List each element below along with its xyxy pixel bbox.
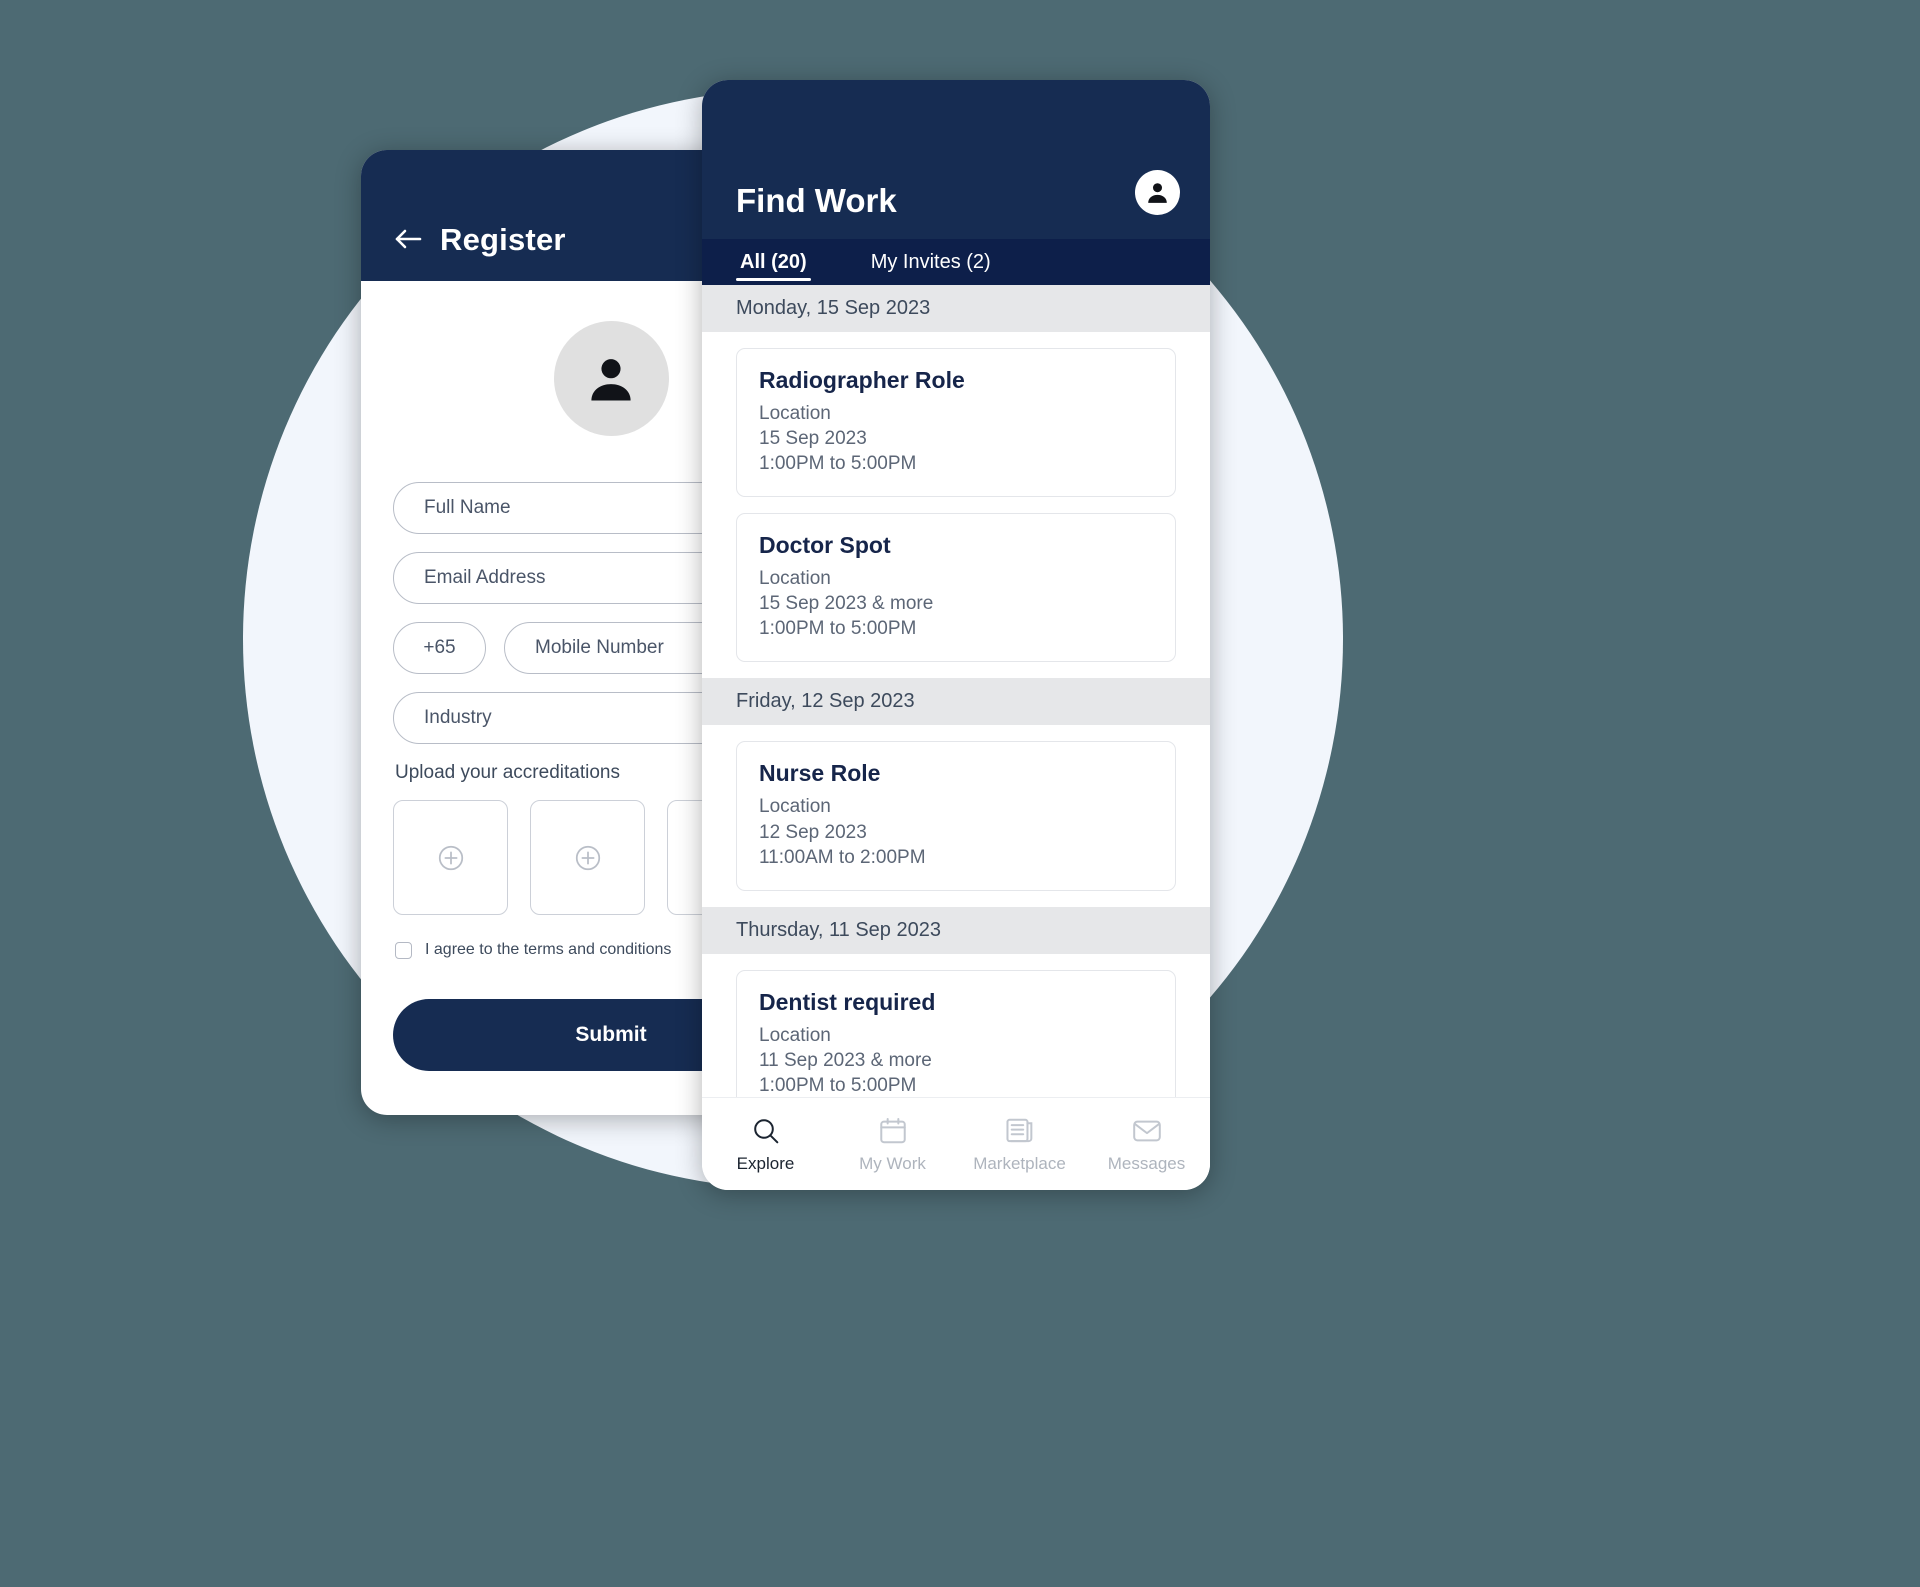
terms-label: I agree to the terms and conditions	[425, 941, 672, 958]
job-list[interactable]: Monday, 15 Sep 2023 Radiographer Role Lo…	[702, 285, 1210, 1097]
job-location: Location	[759, 796, 831, 818]
job-card[interactable]: Doctor Spot Location 15 Sep 2023 & more …	[736, 513, 1176, 663]
job-time: 1:00PM to 5:00PM	[759, 1074, 917, 1096]
job-group: Radiographer Role Location 15 Sep 2023 1…	[702, 332, 1210, 678]
job-time: 1:00PM to 5:00PM	[759, 453, 917, 475]
nav-item-my-work-label: My Work	[859, 1153, 926, 1173]
findwork-phone-screen: Find Work All (20) My Invites (2) Monday…	[702, 80, 1210, 1190]
nav-item-marketplace-label: Marketplace	[973, 1153, 1066, 1173]
newspaper-icon	[1004, 1115, 1036, 1147]
plus-circle-icon	[438, 845, 463, 870]
search-icon	[750, 1115, 782, 1147]
job-group: Dentist required Location 11 Sep 2023 & …	[702, 954, 1210, 1097]
job-time: 1:00PM to 5:00PM	[759, 618, 917, 640]
job-card[interactable]: Radiographer Role Location 15 Sep 2023 1…	[736, 348, 1176, 498]
job-date: 15 Sep 2023 & more	[759, 593, 934, 615]
avatar[interactable]	[553, 321, 669, 436]
findwork-header: Find Work	[702, 80, 1210, 239]
nav-item-my-work[interactable]: My Work	[829, 1115, 956, 1174]
tab-all[interactable]: All (20)	[736, 239, 811, 285]
date-header: Friday, 12 Sep 2023	[702, 678, 1210, 726]
full-name-placeholder: Full Name	[424, 497, 511, 518]
nav-item-messages[interactable]: Messages	[1083, 1115, 1210, 1174]
country-code-select[interactable]: +65	[393, 622, 486, 674]
nav-item-marketplace[interactable]: Marketplace	[956, 1115, 1083, 1174]
calendar-icon	[877, 1115, 909, 1147]
findwork-tabs: All (20) My Invites (2)	[702, 239, 1210, 285]
mobile-placeholder: Mobile Number	[535, 637, 664, 658]
tab-all-label: All (20)	[740, 250, 807, 273]
person-circle-icon[interactable]	[1135, 170, 1180, 215]
job-card[interactable]: Nurse Role Location 12 Sep 2023 11:00AM …	[736, 741, 1176, 891]
job-location: Location	[759, 568, 831, 590]
job-title: Radiographer Role	[759, 367, 965, 393]
plus-circle-icon	[575, 845, 600, 870]
country-code-value: +65	[423, 637, 456, 658]
industry-placeholder: Industry	[424, 707, 492, 728]
tab-my-invites[interactable]: My Invites (2)	[867, 239, 995, 285]
upload-slot[interactable]	[393, 800, 508, 915]
job-title: Nurse Role	[759, 760, 881, 787]
job-card[interactable]: Dentist required Location 11 Sep 2023 & …	[736, 969, 1176, 1097]
job-location: Location	[759, 403, 831, 424]
job-date: 11 Sep 2023 & more	[759, 1049, 932, 1071]
person-icon	[591, 358, 631, 400]
envelope-icon	[1131, 1115, 1163, 1147]
nav-item-explore-label: Explore	[736, 1153, 795, 1173]
arrow-left-icon[interactable]	[392, 223, 424, 255]
job-location: Location	[759, 1024, 831, 1046]
job-date: 15 Sep 2023	[759, 428, 867, 450]
terms-checkbox[interactable]	[395, 941, 412, 959]
date-header: Thursday, 11 Sep 2023	[702, 906, 1210, 954]
job-date: 12 Sep 2023	[759, 821, 867, 843]
bottom-navigation: Explore My Work Marketplace Messages	[702, 1097, 1210, 1190]
page-title: Find Work	[736, 182, 897, 219]
job-title: Doctor Spot	[759, 532, 891, 559]
job-group: Nurse Role Location 12 Sep 2023 11:00AM …	[702, 725, 1210, 906]
tab-my-invites-label: My Invites (2)	[870, 250, 991, 273]
page-title: Register	[440, 222, 566, 257]
job-title: Dentist required	[759, 988, 936, 1015]
nav-item-messages-label: Messages	[1107, 1153, 1186, 1173]
job-time: 11:00AM to 2:00PM	[759, 846, 926, 868]
email-placeholder: Email Address	[424, 567, 546, 588]
date-header: Monday, 15 Sep 2023	[702, 285, 1210, 332]
upload-slot[interactable]	[530, 800, 645, 915]
nav-item-explore[interactable]: Explore	[702, 1115, 829, 1174]
